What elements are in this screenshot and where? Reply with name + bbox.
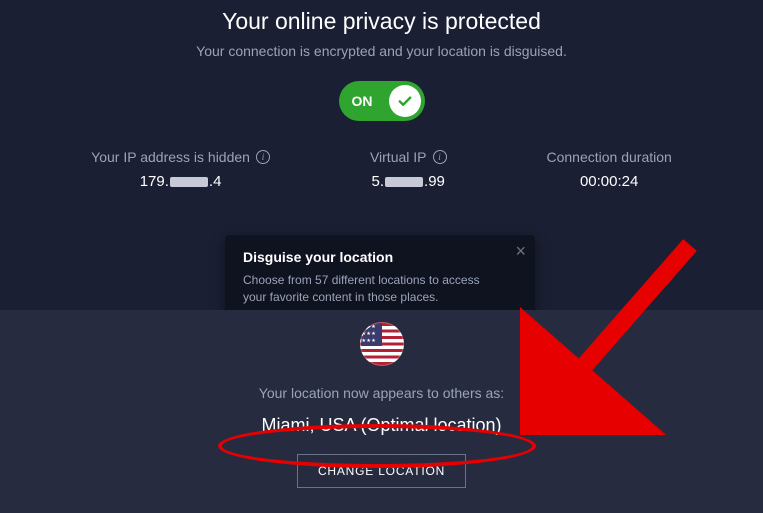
obscured-icon xyxy=(385,177,423,187)
tooltip-title: Disguise your location xyxy=(243,249,499,265)
stat-virtual-ip: Virtual IP i 5..99 xyxy=(370,149,447,190)
close-icon[interactable]: × xyxy=(515,242,526,260)
tooltip-body: Choose from 57 different locations to ac… xyxy=(243,272,499,307)
ip-hidden-value: 179..4 xyxy=(91,173,270,190)
info-icon[interactable]: i xyxy=(256,150,270,164)
location-appears-label: Your location now appears to others as: xyxy=(0,385,763,401)
toggle-label: ON xyxy=(352,93,373,109)
page-subtitle: Your connection is encrypted and your lo… xyxy=(0,43,763,59)
flag-usa-icon xyxy=(360,322,404,366)
connection-toggle[interactable]: ON xyxy=(339,81,425,121)
location-panel: Your location now appears to others as: … xyxy=(0,310,763,513)
status-panel: Your online privacy is protected Your co… xyxy=(0,0,763,310)
location-value: Miami, USA (Optimal location) xyxy=(261,415,501,436)
stat-ip-hidden: Your IP address is hidden i 179..4 xyxy=(91,149,270,190)
obscured-icon xyxy=(170,177,208,187)
duration-label: Connection duration xyxy=(547,149,672,165)
duration-value: 00:00:24 xyxy=(547,173,672,190)
stats-row: Your IP address is hidden i 179..4 Virtu… xyxy=(0,149,763,190)
ip-hidden-label: Your IP address is hidden xyxy=(91,149,250,165)
check-icon xyxy=(396,92,414,110)
virtual-ip-label: Virtual IP xyxy=(370,149,427,165)
page-title: Your online privacy is protected xyxy=(0,8,763,35)
virtual-ip-value: 5..99 xyxy=(370,173,447,190)
stat-duration: Connection duration 00:00:24 xyxy=(547,149,672,190)
info-icon[interactable]: i xyxy=(433,150,447,164)
toggle-knob xyxy=(389,85,421,117)
change-location-button[interactable]: CHANGE LOCATION xyxy=(297,454,466,488)
